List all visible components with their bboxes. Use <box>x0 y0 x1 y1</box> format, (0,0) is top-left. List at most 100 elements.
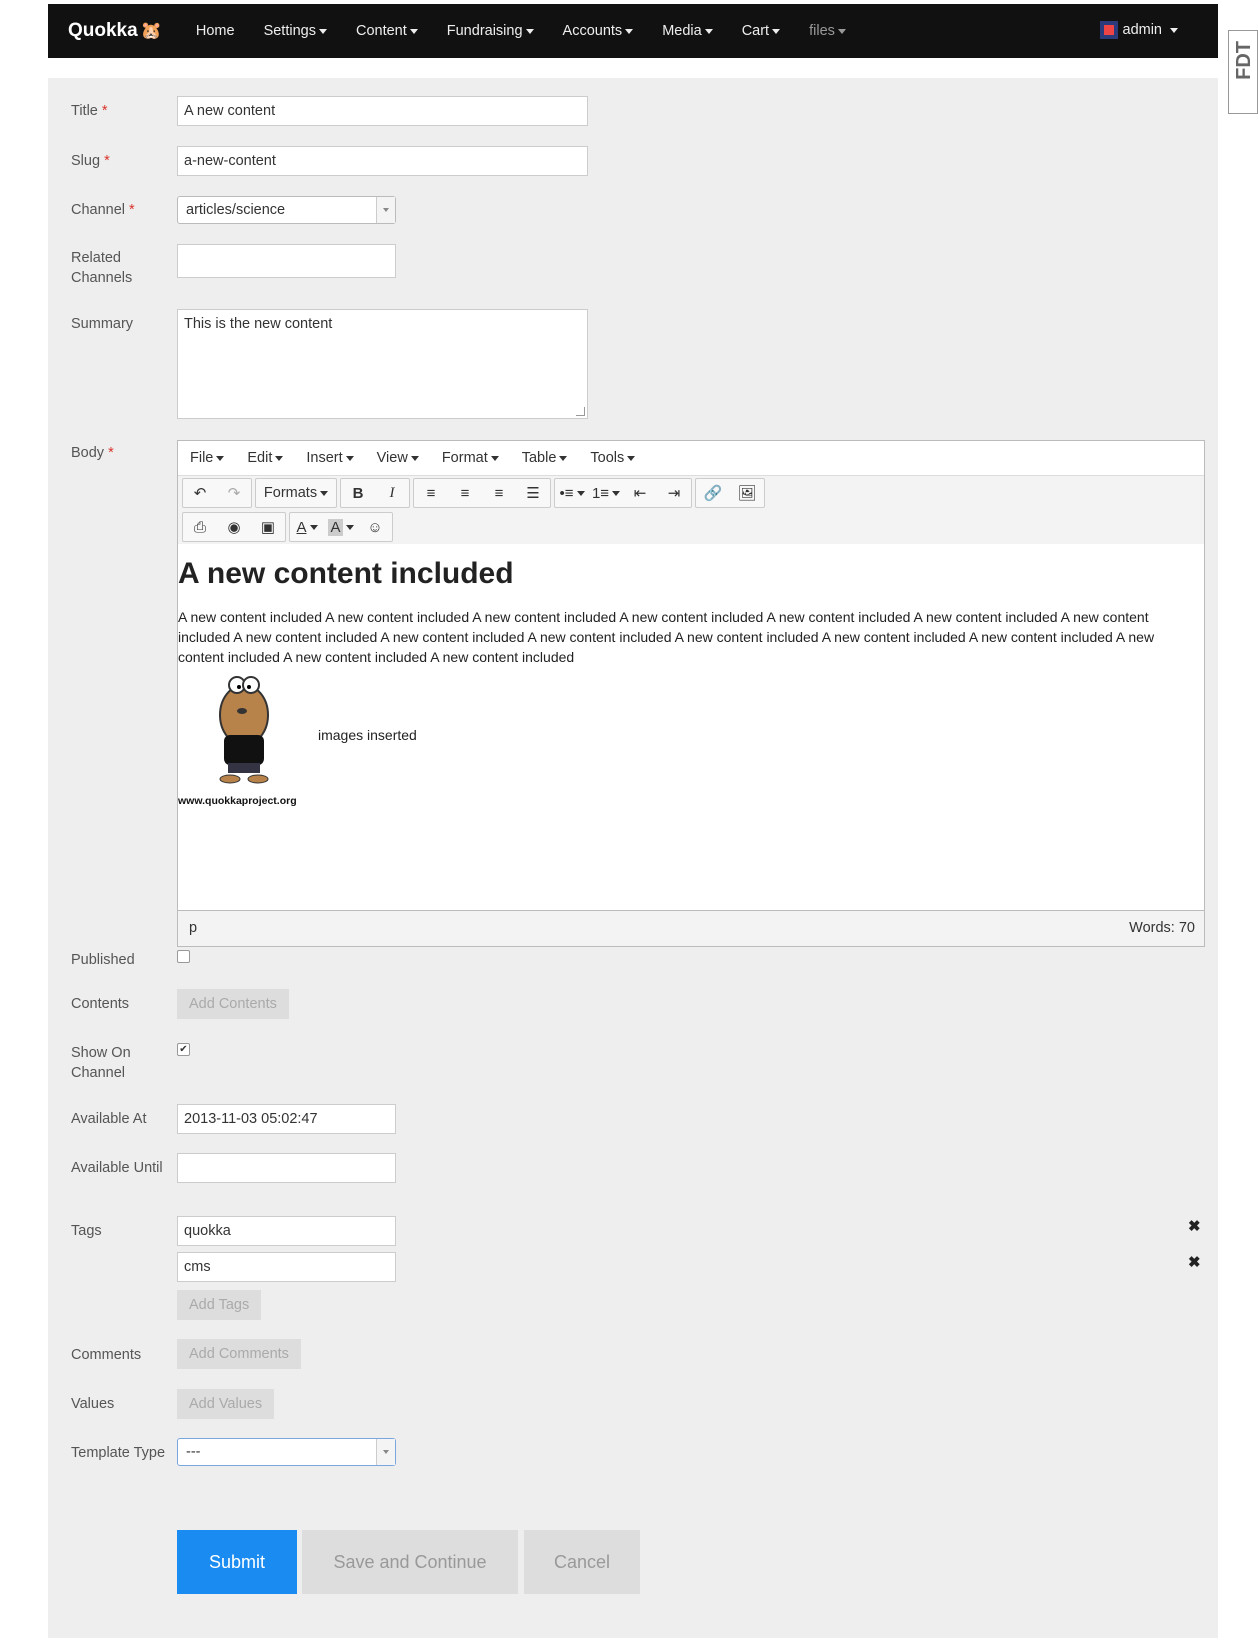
undo-icon[interactable]: ↶ <box>183 479 217 507</box>
available-until-label: Available Until <box>71 1160 163 1176</box>
show-on-channel-checkbox[interactable]: ✔ <box>177 1043 190 1056</box>
available-at-input[interactable]: 2013-11-03 05:02:47 <box>177 1104 396 1134</box>
add-comments-button[interactable]: Add Comments <box>177 1339 301 1369</box>
editor-toolbar-row-2: ⎙ ◉ ▣ A A ☺ <box>178 510 1204 544</box>
required-mark: * <box>101 103 108 119</box>
slug-input[interactable]: a-new-content <box>177 146 588 176</box>
bold-icon[interactable]: B <box>341 479 375 507</box>
related-channels-label-line2: Channels <box>71 270 133 286</box>
caret-down-icon <box>410 455 419 461</box>
editor-content-area[interactable]: A new content included A new content inc… <box>178 545 1204 807</box>
word-count: Words: 70 <box>1129 920 1195 936</box>
remove-tag-icon[interactable]: ✖ <box>1188 1217 1201 1235</box>
nav-settings[interactable]: Settings <box>264 23 327 39</box>
bullet-list-icon[interactable]: •≡ <box>555 479 589 507</box>
editor-menu-view[interactable]: View <box>377 450 419 466</box>
history-group: ↶ ↷ <box>182 478 252 508</box>
brand-logo[interactable]: Quokka 🐹 <box>68 20 162 42</box>
editor-menu-format[interactable]: Format <box>442 450 499 466</box>
caret-down-icon <box>409 28 418 34</box>
editor-menu-insert-label: Insert <box>306 450 343 466</box>
link-icon[interactable]: 🔗 <box>696 479 730 507</box>
editor-menu-tools[interactable]: Tools <box>590 450 636 466</box>
list-indent-group: •≡ 1≡ ⇤ ⇥ <box>554 478 692 508</box>
editor-menu-file[interactable]: File <box>190 450 225 466</box>
redo-icon[interactable]: ↷ <box>217 479 251 507</box>
caret-down-icon <box>320 490 329 496</box>
template-type-select[interactable]: --- <box>177 1438 396 1466</box>
nav-fundraising[interactable]: Fundraising <box>447 23 534 39</box>
nav-cart[interactable]: Cart <box>742 23 781 39</box>
nav-home[interactable]: Home <box>196 23 235 39</box>
select-arrow-icon <box>376 197 395 223</box>
add-tags-button[interactable]: Add Tags <box>177 1290 262 1320</box>
tag-input[interactable]: cms <box>177 1252 396 1282</box>
nav-files[interactable]: files <box>809 23 846 39</box>
save-and-continue-button[interactable]: Save and Continue <box>302 1530 518 1594</box>
submit-button[interactable]: Submit <box>177 1530 297 1594</box>
available-at-label: Available At <box>71 1111 147 1127</box>
caret-down-icon <box>275 455 284 461</box>
cancel-button[interactable]: Cancel <box>524 1530 640 1594</box>
formats-dropdown-label: Formats <box>263 485 318 501</box>
select-arrow-icon <box>376 1439 395 1465</box>
add-values-button[interactable]: Add Values <box>177 1389 275 1419</box>
editor-menu-table[interactable]: Table <box>522 450 568 466</box>
related-channels-input[interactable] <box>177 244 396 278</box>
summary-textarea[interactable]: This is the new content <box>177 309 588 419</box>
element-path[interactable]: p <box>189 920 197 936</box>
published-checkbox[interactable] <box>177 950 190 963</box>
comments-label: Comments <box>71 1347 142 1363</box>
body-rich-text-editor: File Edit Insert View Format Table Tools… <box>177 440 1205 947</box>
insert-group: 🔗 🖼 <box>695 478 765 508</box>
outdent-icon[interactable]: ⇤ <box>623 479 657 507</box>
resize-grip-icon[interactable] <box>576 407 585 416</box>
text-color-icon[interactable]: A <box>290 513 324 541</box>
available-until-input[interactable] <box>177 1153 396 1183</box>
nav-content[interactable]: Content <box>356 23 418 39</box>
text-style-group: B I <box>340 478 410 508</box>
media-icon[interactable]: ▣ <box>251 513 285 541</box>
nav-accounts[interactable]: Accounts <box>563 23 634 39</box>
required-mark: * <box>104 153 110 169</box>
user-menu[interactable]: admin <box>1099 21 1178 39</box>
debug-toolbar-tab[interactable]: FDT <box>1228 30 1258 114</box>
add-contents-button[interactable]: Add Contents <box>177 989 289 1019</box>
editor-menubar: File Edit Insert View Format Table Tools <box>178 441 1204 476</box>
top-navbar: Quokka 🐹 Home Settings Content Fundraisi… <box>48 4 1218 58</box>
slug-label: Slug * <box>71 151 110 171</box>
caret-down-icon <box>309 524 318 530</box>
align-right-icon[interactable]: ≡ <box>482 479 516 507</box>
content-heading: A new content included <box>178 557 514 590</box>
image-icon[interactable]: 🖼 <box>730 479 764 507</box>
caret-down-icon <box>704 28 713 34</box>
title-input[interactable]: A new content <box>177 96 588 126</box>
nav-media[interactable]: Media <box>662 23 713 39</box>
show-on-channel-label-line1: Show On <box>71 1045 131 1061</box>
nav-content-label: Content <box>355 23 407 39</box>
italic-icon[interactable]: I <box>375 479 409 507</box>
emoticons-icon[interactable]: ☺ <box>358 513 392 541</box>
print-icon[interactable]: ⎙ <box>183 513 217 541</box>
formats-dropdown[interactable]: Formats <box>256 479 336 507</box>
template-type-value: --- <box>186 1444 201 1460</box>
caret-down-icon <box>1170 27 1178 33</box>
channel-select[interactable]: articles/science <box>177 196 396 224</box>
editor-menu-insert[interactable]: Insert <box>306 450 354 466</box>
tag-input[interactable]: quokka <box>177 1216 396 1246</box>
remove-tag-icon[interactable]: ✖ <box>1188 1253 1201 1271</box>
background-color-icon[interactable]: A <box>324 513 358 541</box>
caret-down-icon <box>525 28 534 34</box>
align-left-icon[interactable]: ≡ <box>414 479 448 507</box>
background-color-swatch: A <box>328 518 343 536</box>
related-channels-label: Related Channels <box>71 248 132 288</box>
editor-statusbar: p Words: 70 <box>178 910 1204 946</box>
numbered-list-icon[interactable]: 1≡ <box>589 479 623 507</box>
align-justify-icon[interactable]: ☰ <box>516 479 550 507</box>
color-group: A A ☺ <box>289 512 393 542</box>
editor-menu-edit[interactable]: Edit <box>247 450 284 466</box>
preview-icon[interactable]: ◉ <box>217 513 251 541</box>
indent-icon[interactable]: ⇥ <box>657 479 691 507</box>
show-on-channel-label-line2: Channel <box>71 1065 126 1081</box>
align-center-icon[interactable]: ≡ <box>448 479 482 507</box>
